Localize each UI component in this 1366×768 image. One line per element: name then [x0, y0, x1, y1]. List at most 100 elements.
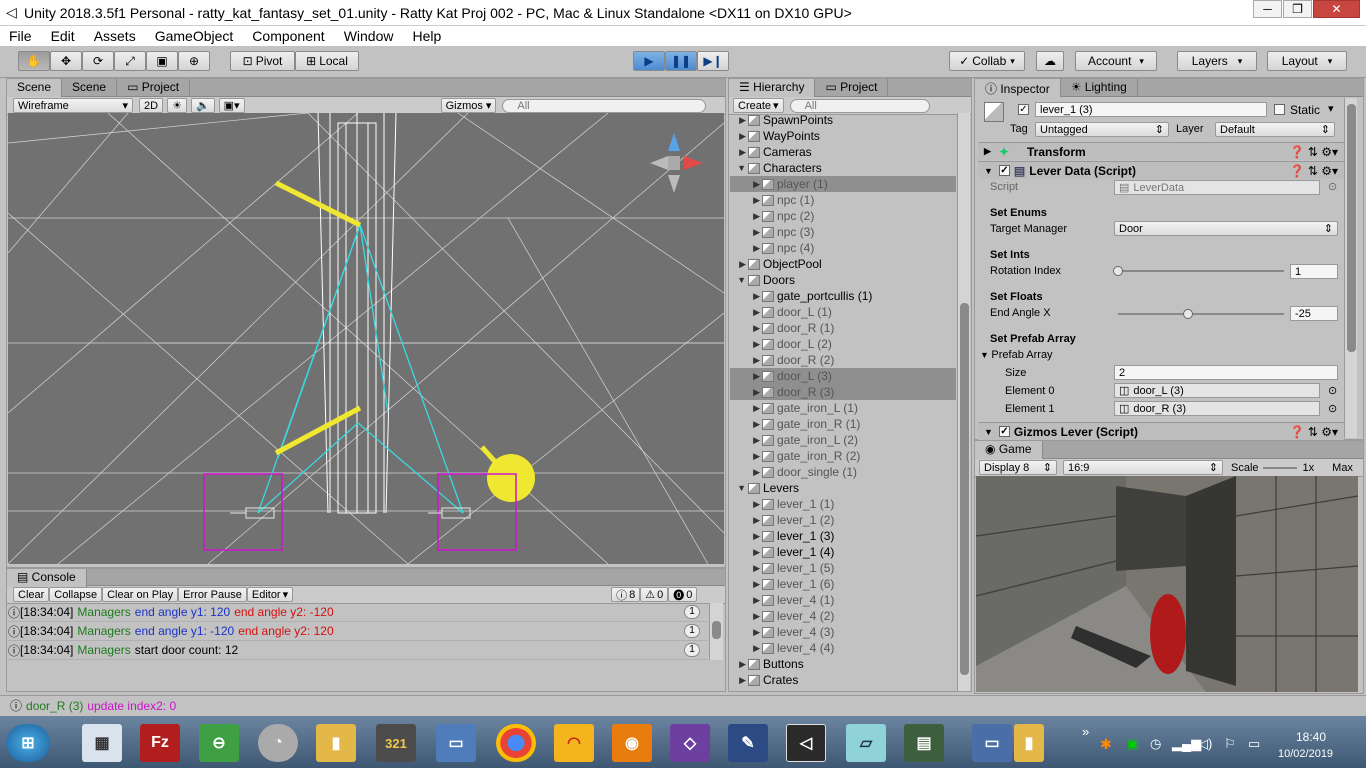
object-name-field[interactable]: lever_1 (3) [1035, 102, 1267, 117]
collapsed-arrow-icon[interactable]: ▶ [730, 675, 746, 686]
gizmos-dropdown[interactable]: Gizmos ▾ [440, 98, 497, 113]
hierarchy-search-input[interactable]: All [789, 98, 930, 113]
object-picker-icon[interactable]: ⊙ [1328, 384, 1337, 397]
maximize-button[interactable]: ❐ [1283, 0, 1312, 18]
lighting-icon[interactable]: ☀ [167, 98, 187, 113]
scene-view[interactable] [8, 113, 724, 564]
hierarchy-item[interactable]: ▶ npc (1) [730, 192, 956, 208]
component-enabled-checkbox[interactable]: ✓ [998, 165, 1010, 176]
hierarchy-item[interactable]: ▶ lever_1 (1) [730, 496, 956, 512]
collapsed-arrow-icon[interactable]: ▶ [730, 467, 760, 478]
glass-app-icon[interactable]: ▱ [846, 724, 886, 762]
blender-icon[interactable]: ◉ [612, 724, 652, 762]
layer-dropdown[interactable]: Default ⇕ [1215, 122, 1335, 137]
menu-component[interactable]: Component [249, 28, 327, 44]
clear-on-play-button[interactable]: Clear on Play [102, 587, 179, 602]
expanded-arrow-icon[interactable]: ▼ [730, 163, 746, 173]
collapsed-arrow-icon[interactable]: ▶ [730, 179, 760, 190]
collapse-button[interactable]: Collapse [49, 587, 103, 602]
chrome-icon[interactable] [496, 724, 536, 762]
step-icon[interactable]: ▶❙ [697, 51, 729, 71]
create-dropdown[interactable]: Create ▾ [733, 98, 784, 113]
end-angle-slider[interactable] [1118, 313, 1284, 315]
rotation-index-slider[interactable] [1118, 270, 1284, 272]
collapsed-arrow-icon[interactable]: ▶ [730, 147, 746, 158]
hierarchy-item[interactable]: ▶ Buttons [730, 656, 956, 672]
editor-dropdown[interactable]: Editor ▾ [246, 587, 294, 602]
rotation-index-slider-knob[interactable] [1113, 266, 1123, 276]
display-dropdown[interactable]: Display 8 ⇕ [979, 460, 1057, 475]
hierarchy-item[interactable]: ▶ gate_iron_L (2) [730, 432, 956, 448]
collapsed-arrow-icon[interactable]: ▶ [730, 291, 760, 302]
aspect-dropdown[interactable]: 16:9 ⇕ [1063, 460, 1223, 475]
collapsed-arrow-icon[interactable]: ▶ [730, 499, 760, 510]
unity-taskbar-icon[interactable]: ◁ [786, 724, 826, 762]
target-manager-dropdown[interactable]: Door ⇕ [1114, 221, 1338, 236]
hierarchy-item[interactable]: ▼ Levers [730, 480, 956, 496]
maximize-on-play-toggle[interactable]: Max [1332, 462, 1353, 474]
hierarchy-item[interactable]: ▶ door_L (3) [730, 368, 956, 384]
hierarchy-item[interactable]: ▶ gate_iron_R (2) [730, 448, 956, 464]
hierarchy-item[interactable]: ▶ lever_1 (3) [730, 528, 956, 544]
collapsed-arrow-icon[interactable]: ▶ [730, 563, 760, 574]
component-settings-icon[interactable]: ❓ ⇅ ⚙▾ [1290, 145, 1338, 159]
play-icon[interactable]: ▶ [633, 51, 665, 71]
collapsed-arrow-icon[interactable]: ▶ [730, 227, 760, 238]
hierarchy-item[interactable]: ▶ npc (3) [730, 224, 956, 240]
collapsed-arrow-icon[interactable]: ▶ [730, 211, 760, 222]
clear-button[interactable]: Clear [13, 587, 50, 602]
hierarchy-item[interactable]: ▶ npc (4) [730, 240, 956, 256]
hierarchy-item[interactable]: ▶ Crates [730, 672, 956, 688]
collapsed-arrow-icon[interactable]: ▶ [730, 115, 746, 126]
hand-tool-icon[interactable]: ✋ [18, 51, 50, 71]
menu-file[interactable]: File [6, 28, 35, 44]
lever-data-component-header[interactable]: ▼ ✓ ▤ Lever Data (Script) ❓ ⇅ ⚙▾ [978, 161, 1344, 179]
element0-field[interactable]: ◫ door_L (3) [1114, 383, 1320, 398]
rotation-index-field[interactable]: 1 [1290, 264, 1338, 279]
shading-mode-dropdown[interactable]: Wireframe ▾ [13, 98, 133, 113]
size-field[interactable]: 2 [1114, 365, 1338, 380]
network-icon[interactable]: ▂▄▆ [1172, 736, 1201, 752]
tab-project[interactable]: ▭ Project [815, 79, 889, 97]
paint-app-icon[interactable]: ✎ [728, 724, 768, 762]
hierarchy-item[interactable]: ▶ door_R (3) [730, 384, 956, 400]
collapsed-arrow-icon[interactable]: ▶ [730, 659, 746, 670]
scene-search-input[interactable]: All [502, 98, 707, 113]
transform-component-header[interactable]: ▶ ✦ Transform ❓ ⇅ ⚙▾ [978, 142, 1344, 160]
component-enabled-checkbox[interactable]: ✓ [998, 426, 1010, 437]
clock-date[interactable]: 10/02/2019 [1278, 748, 1333, 760]
tab-hierarchy[interactable]: ☰ Hierarchy [729, 79, 816, 97]
hierarchy-item[interactable]: ▶ lever_4 (4) [730, 640, 956, 656]
console-row[interactable]: ⓘ [18:34:04] Managers end angle y1: -120 … [8, 622, 708, 641]
tab-lighting[interactable]: ☀ Lighting [1061, 79, 1138, 97]
static-checkbox[interactable] [1274, 104, 1285, 115]
collapsed-arrow-icon[interactable]: ▶ [730, 595, 760, 606]
hierarchy-item[interactable]: ▶ player (1) [730, 176, 956, 192]
end-angle-slider-knob[interactable] [1183, 309, 1193, 319]
element1-field[interactable]: ◫ door_R (3) [1114, 401, 1320, 416]
component-settings-icon[interactable]: ❓ ⇅ ⚙▾ [1290, 425, 1338, 439]
rotate-tool-icon[interactable]: ⟳ [82, 51, 114, 71]
expanded-arrow-icon[interactable]: ▼ [730, 275, 746, 285]
rect-tool-icon[interactable]: ▣ [146, 51, 178, 71]
tray-app-icon[interactable]: ✱ [1100, 736, 1112, 753]
transform-tool-icon[interactable]: ⊕ [178, 51, 210, 71]
tab-scene[interactable]: Scene [7, 79, 63, 97]
end-angle-field[interactable]: -25 [1290, 306, 1338, 321]
menu-edit[interactable]: Edit [48, 28, 78, 44]
tab-console[interactable]: ▤ Console [7, 569, 87, 587]
hierarchy-item[interactable]: ▶ gate_portcullis (1) [730, 288, 956, 304]
hierarchy-scrollbar[interactable] [957, 113, 970, 691]
hierarchy-item[interactable]: ▶ door_L (2) [730, 336, 956, 352]
clock-time[interactable]: 18:40 [1296, 730, 1326, 744]
audio-icon[interactable]: 🔈 [190, 98, 215, 113]
hierarchy-item[interactable]: ▶ lever_4 (1) [730, 592, 956, 608]
volume-icon[interactable]: ◁) [1198, 736, 1212, 752]
collapsed-arrow-icon[interactable]: ▶ [730, 435, 760, 446]
account-button[interactable]: Account ▾ [1075, 51, 1157, 71]
menu-window[interactable]: Window [341, 28, 397, 44]
object-picker-icon[interactable]: ⊙ [1328, 402, 1337, 415]
collapsed-arrow-icon[interactable]: ▶ [730, 403, 760, 414]
collapsed-arrow-icon[interactable]: ▶ [730, 323, 760, 334]
tray-expand-icon[interactable]: » [1082, 724, 1089, 739]
